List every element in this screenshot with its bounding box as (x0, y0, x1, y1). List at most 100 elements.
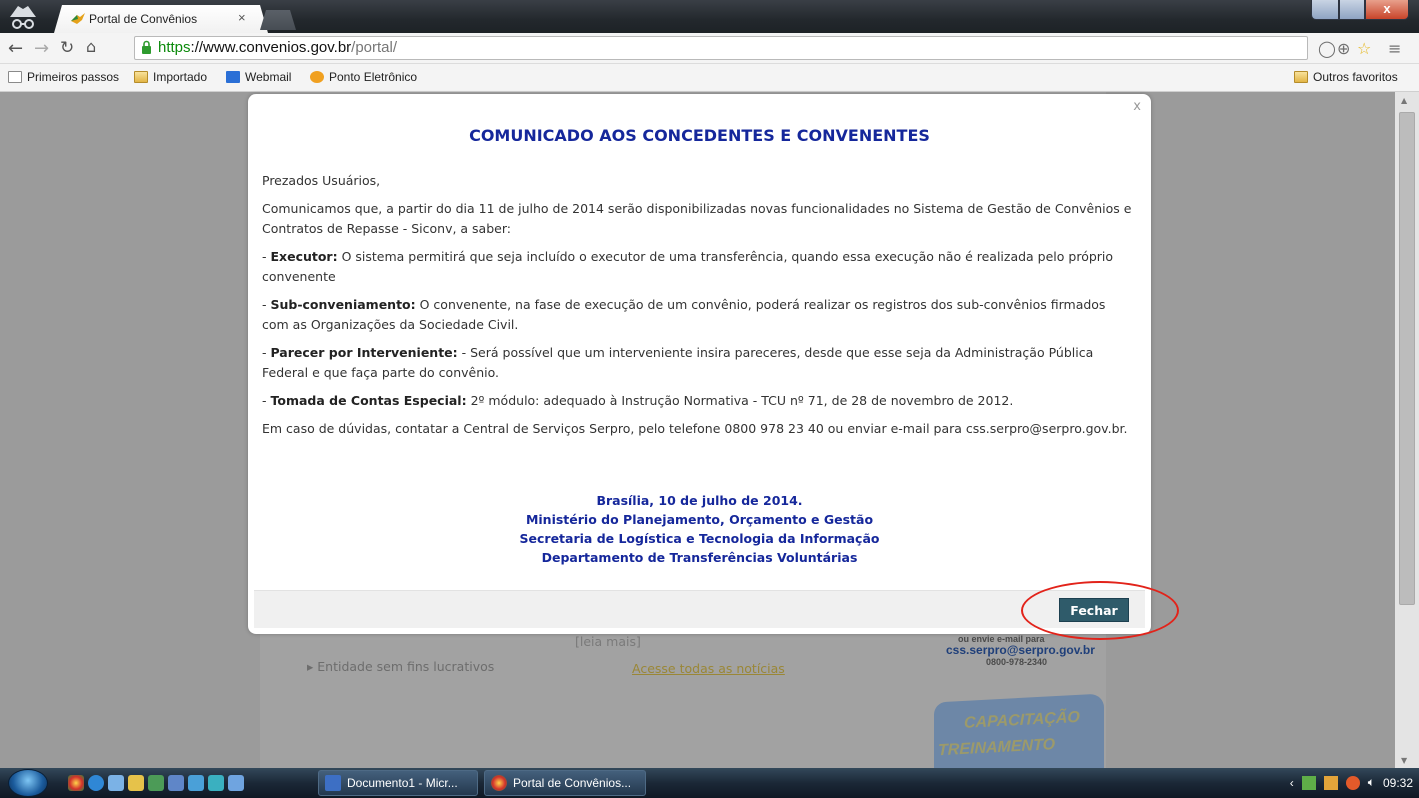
item-text: O sistema permitirá que seja incluído o … (262, 249, 1114, 284)
item-tomada-contas: - Tomada de Contas Especial: 2º módulo: … (262, 391, 1132, 411)
app-icon[interactable] (108, 775, 124, 791)
app-tray-icon[interactable] (1323, 775, 1338, 790)
bookmark-webmail[interactable]: Webmail (226, 70, 291, 84)
leia-mais-link[interactable]: [leia mais] (575, 634, 641, 649)
word-icon[interactable] (168, 775, 184, 791)
item-text: 2º módulo: adequado à Instrução Normativ… (466, 393, 1014, 408)
desktop-icon[interactable] (228, 775, 244, 791)
banner-line2: TREINAMENTO (938, 736, 1056, 760)
entidade-link[interactable]: ▸ Entidade sem fins lucrativos (307, 659, 494, 674)
announcement-modal: x COMUNICADO AOS CONCEDENTES E CONVENENT… (248, 94, 1151, 634)
zoom-icon[interactable]: ⊕ (1337, 39, 1350, 58)
page-icon (8, 71, 22, 83)
webmail-icon (226, 71, 240, 83)
excel-icon[interactable] (148, 775, 164, 791)
support-phone: 0800-978-2340 (986, 657, 1048, 667)
folder-icon (1294, 71, 1308, 83)
new-tab-button[interactable] (260, 10, 296, 30)
volume-icon[interactable]: 🔈︎ (1368, 775, 1375, 790)
clock-icon (310, 71, 324, 83)
favicon-icon (70, 12, 86, 26)
minimize-button[interactable] (1311, 0, 1339, 20)
maximize-button[interactable] (1339, 0, 1365, 20)
highlight-circle (1021, 581, 1179, 640)
messenger-icon[interactable] (208, 775, 224, 791)
menu-icon[interactable]: ≡ (1388, 39, 1401, 58)
entidade-label: Entidade sem fins lucrativos (317, 659, 495, 674)
reload-icon[interactable]: ↻ (60, 38, 74, 58)
bookmark-outros-favoritos[interactable]: Outros favoritos (1294, 70, 1398, 84)
signature-line: Ministério do Planejamento, Orçamento e … (525, 512, 874, 527)
chrome-icon (491, 775, 507, 791)
scroll-up-arrow-icon[interactable]: ▲ (1401, 96, 1407, 105)
capacitacao-banner[interactable]: CAPACITAÇÃO TREINAMENTO (934, 693, 1104, 768)
task-documento1[interactable]: Documento1 - Micr... (318, 770, 478, 796)
task-label: Documento1 - Micr... (347, 776, 458, 790)
item-parecer: - Parecer por Interveniente: - Será poss… (262, 343, 1132, 383)
bookmarks-bar: Primeiros passos Importado Webmail Ponto… (0, 64, 1419, 92)
banner-line1: CAPACITAÇÃO (964, 708, 1080, 732)
vertical-scrollbar[interactable]: ▲ ▼ (1395, 92, 1419, 768)
item-sub-conveniamento: - Sub-conveniamento: O convenente, na fa… (262, 295, 1132, 335)
address-bar[interactable]: https://www.convenios.gov.br/portal/ (134, 36, 1308, 60)
tab-close-button[interactable]: × (238, 10, 246, 25)
tray-expand-icon[interactable]: ‹ (1290, 776, 1294, 790)
network-icon[interactable] (1301, 775, 1316, 790)
window-controls: x (1311, 0, 1409, 22)
intro-paragraph: Comunicamos que, a partir do dia 11 de j… (262, 201, 1132, 236)
contact-paragraph: Em caso de dúvidas, contatar a Central d… (262, 421, 1128, 436)
update-icon[interactable] (1345, 775, 1360, 790)
support-email[interactable]: css.serpro@serpro.gov.br (946, 643, 1095, 657)
scrollbar-thumb[interactable] (1399, 112, 1415, 605)
item-executor: - Executor: O sistema permitirá que seja… (262, 247, 1132, 287)
signature-block: Brasília, 10 de julho de 2014. Ministéri… (248, 491, 1151, 567)
modal-close-x[interactable]: x (1133, 99, 1141, 114)
back-arrow-icon[interactable]: ← (8, 38, 23, 59)
chrome-icon[interactable] (68, 775, 84, 791)
close-window-button[interactable]: x (1365, 0, 1409, 20)
bookmark-label: Primeiros passos (27, 70, 120, 84)
bookmark-ponto-eletronico[interactable]: Ponto Eletrônico (310, 70, 417, 84)
url-path: /portal/ (351, 39, 398, 56)
clock[interactable]: 09:32 (1383, 776, 1413, 790)
folder-icon (134, 71, 148, 83)
greeting: Prezados Usuários, (262, 173, 381, 188)
url-host: ://www.convenios.gov.br (190, 39, 352, 56)
todas-noticias-link[interactable]: Acesse todas as notícias (632, 661, 785, 676)
modal-body: Prezados Usuários, Comunicamos que, a pa… (262, 171, 1132, 447)
tab-portal-convenios[interactable]: Portal de Convênios × (54, 5, 268, 33)
scroll-down-arrow-icon[interactable]: ▼ (1401, 756, 1407, 765)
folder-icon[interactable] (128, 775, 144, 791)
modal-title: COMUNICADO AOS CONCEDENTES E CONVENENTES (469, 126, 930, 145)
signature-line: Brasília, 10 de julho de 2014. (596, 493, 803, 508)
home-icon[interactable]: ⌂ (86, 37, 96, 56)
bookmark-importado[interactable]: Importado (134, 70, 207, 84)
bookmark-label: Outros favoritos (1313, 70, 1398, 84)
bookmark-label: Ponto Eletrônico (329, 70, 418, 84)
tab-title: Portal de Convênios (89, 12, 198, 26)
task-portal-convenios[interactable]: Portal de Convênios... (484, 770, 646, 796)
modal-footer: Fechar (254, 590, 1145, 628)
windows-taskbar: Documento1 - Micr... Portal de Convênios… (0, 768, 1419, 798)
lock-icon (142, 40, 151, 54)
bookmark-primeiros-passos[interactable]: Primeiros passos (8, 70, 119, 84)
monitor-icon[interactable] (188, 775, 204, 791)
bookmark-label: Importado (153, 70, 208, 84)
browser-toolbar: ← → ↻ ⌂ https://www.convenios.gov.br/por… (0, 33, 1419, 64)
signature-line: Departamento de Transferências Voluntári… (541, 550, 858, 565)
item-label: Parecer por Interveniente: (270, 345, 458, 360)
star-icon[interactable]: ☆ (1357, 39, 1371, 58)
url-scheme: https (158, 39, 191, 56)
shield-icon[interactable]: ◯ (1318, 39, 1336, 58)
bookmark-label: Webmail (245, 70, 292, 84)
item-label: Sub-conveniamento: (270, 297, 416, 312)
ie-icon[interactable] (88, 775, 104, 791)
item-label: Tomada de Contas Especial: (270, 393, 467, 408)
forward-arrow-icon[interactable]: → (34, 38, 49, 59)
start-button[interactable] (8, 769, 48, 797)
url-text: https://www.convenios.gov.br/portal/ (158, 39, 397, 56)
incognito-icon (10, 6, 36, 29)
signature-line: Secretaria de Logística e Tecnologia da … (519, 531, 880, 546)
tab-strip: Portal de Convênios × x (0, 0, 1419, 33)
word-icon (325, 775, 341, 791)
